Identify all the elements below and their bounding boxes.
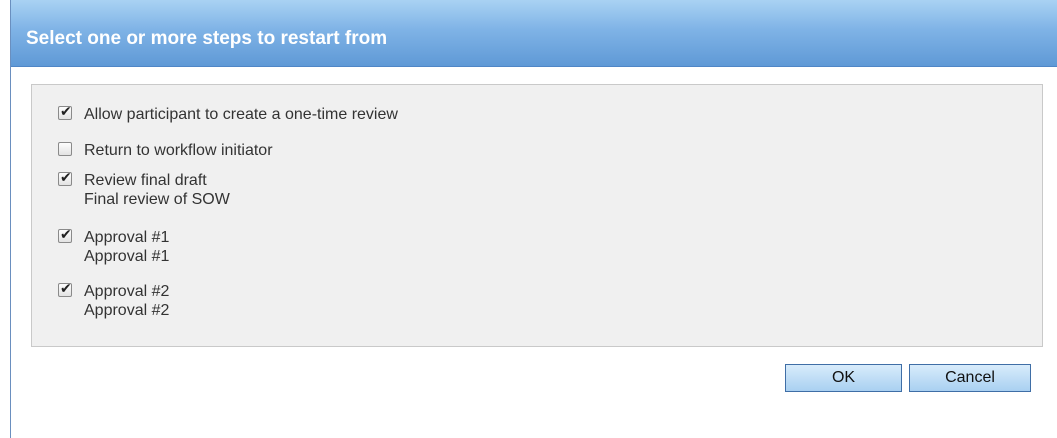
step-text: Approval #2 Approval #2: [84, 282, 169, 320]
step-text: Review final draft Final review of SOW: [84, 171, 230, 209]
step-text: Allow participant to create a one-time r…: [84, 105, 398, 124]
restart-steps-dialog: Select one or more steps to restart from…: [10, 0, 1057, 438]
checkmark-icon: ✔: [60, 227, 72, 243]
dialog-title-bar[interactable]: Select one or more steps to restart from: [11, 0, 1057, 67]
step-checkbox[interactable]: ✔: [58, 170, 72, 186]
step-description: Approval #1: [84, 248, 170, 265]
step-label: Return to workflow initiator: [84, 142, 273, 159]
cancel-button[interactable]: Cancel: [909, 364, 1031, 392]
step-label: Allow participant to create a one-time r…: [84, 106, 398, 123]
step-text: Return to workflow initiator: [84, 141, 273, 160]
step-description: Approval #2: [84, 302, 170, 319]
checkmark-icon: ✔: [60, 281, 72, 297]
step-label: Approval #2: [84, 283, 170, 300]
ok-button[interactable]: OK: [785, 364, 902, 392]
step-checkbox[interactable]: ✔: [58, 281, 72, 297]
step-description: Final review of SOW: [84, 191, 230, 208]
dialog-title: Select one or more steps to restart from: [26, 28, 388, 49]
step-text: Approval #1 Approval #1: [84, 228, 169, 266]
checkmark-icon: ✔: [60, 104, 72, 120]
steps-panel: ✔ Allow participant to create a one-time…: [31, 84, 1043, 347]
step-label: Approval #1: [84, 229, 170, 246]
checkmark-icon: ✔: [60, 170, 72, 186]
step-checkbox[interactable]: ✔: [58, 227, 72, 243]
step-checkbox[interactable]: ✔: [58, 104, 72, 120]
step-checkbox[interactable]: ✔: [58, 142, 72, 156]
step-label: Review final draft: [84, 172, 207, 189]
